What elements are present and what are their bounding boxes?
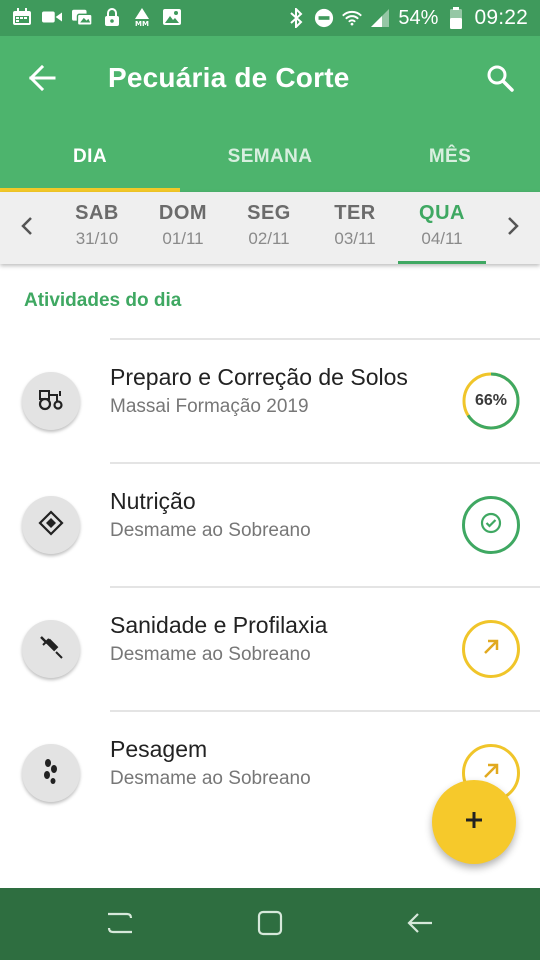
photo-message-icon — [72, 8, 92, 26]
app-bar: Pecuária de Corte DIA SEMANA MÊS — [0, 36, 540, 192]
status-done-badge — [462, 496, 520, 554]
search-button[interactable] — [480, 60, 520, 100]
back-button[interactable] — [22, 60, 62, 100]
tab-dia-label: DIA — [73, 146, 107, 167]
day-dom[interactable]: DOM 01/11 — [139, 192, 227, 264]
day-name: DOM — [158, 202, 208, 224]
day-date: 03/11 — [334, 229, 376, 248]
activity-icon — [22, 496, 80, 554]
day-seg[interactable]: SEG 02/11 — [225, 192, 313, 264]
status-bar: MM 54% 09:22 — [0, 0, 540, 36]
chevron-right-icon — [506, 216, 520, 241]
day-name: SEG — [247, 202, 291, 224]
clock: 09:22 — [474, 6, 528, 29]
tab-mes-label: MÊS — [428, 146, 472, 167]
activity-title: Nutrição — [110, 488, 196, 514]
back-nav-button[interactable] — [400, 908, 440, 942]
activity-row-preparo[interactable]: Preparo e Correção de Solos Massai Forma… — [0, 340, 540, 464]
page-title: Pecuária de Corte — [108, 62, 350, 93]
syringe-icon — [37, 633, 65, 666]
activity-subtitle: Desmame ao Sobreano — [110, 520, 311, 541]
wifi-icon — [342, 9, 363, 27]
footprints-icon — [40, 757, 62, 790]
system-nav-bar — [0, 888, 540, 960]
activity-row-nutricao[interactable]: Nutrição Desmame ao Sobreano — [0, 464, 540, 588]
day-date: 02/11 — [248, 229, 290, 248]
tractor-icon — [37, 387, 65, 416]
do-not-disturb-icon — [314, 8, 334, 28]
day-ter[interactable]: TER 03/11 — [311, 192, 399, 264]
activity-row-sanidade[interactable]: Sanidade e Profilaxia Desmame ao Sobrean… — [0, 588, 540, 712]
period-tabs: DIA SEMANA MÊS — [0, 132, 540, 192]
day-name: SAB — [75, 202, 119, 224]
day-sab[interactable]: SAB 31/10 — [53, 192, 141, 264]
image-icon — [162, 8, 182, 26]
system-status: 54% 09:22 — [286, 6, 528, 30]
activity-icon — [22, 620, 80, 678]
tab-semana-label: SEMANA — [227, 146, 313, 167]
battery-icon — [446, 7, 466, 29]
arrow-up-right-icon — [480, 636, 502, 663]
tab-semana[interactable]: SEMANA — [180, 132, 360, 192]
add-activity-button[interactable] — [432, 780, 516, 864]
progress-ring: 66% — [462, 372, 520, 430]
recent-apps-button[interactable] — [100, 908, 140, 942]
status-pending-badge — [462, 620, 520, 678]
chevron-left-icon — [20, 216, 34, 241]
tab-dia[interactable]: DIA — [0, 132, 180, 192]
progress-percent: 66% — [474, 392, 508, 409]
mm-icon: MM — [132, 8, 152, 26]
arrow-left-icon — [28, 64, 56, 96]
activity-title: Pesagem — [110, 736, 208, 762]
activity-icon — [22, 744, 80, 802]
signal-icon — [370, 9, 390, 27]
recent-apps-icon — [105, 910, 135, 941]
day-selector: SAB 31/10 DOM 01/11 SEG 02/11 TER 03/11 … — [0, 192, 540, 264]
activity-subtitle: Desmame ao Sobreano — [110, 768, 311, 789]
day-date: 01/11 — [162, 229, 204, 248]
search-icon — [486, 64, 514, 97]
selected-day-indicator — [398, 261, 486, 264]
activity-title: Preparo e Correção de Solos — [110, 364, 408, 390]
home-button[interactable] — [250, 908, 290, 942]
day-qua[interactable]: QUA 04/11 — [398, 192, 486, 264]
video-icon — [42, 8, 62, 26]
previous-day-button[interactable] — [14, 214, 40, 242]
day-date: 04/11 — [421, 229, 463, 248]
day-name: QUA — [419, 202, 465, 224]
svg-text:MM: MM — [135, 20, 149, 26]
activity-subtitle: Massai Formação 2019 — [110, 396, 309, 417]
section-title: Atividades do dia — [24, 290, 182, 311]
next-day-button[interactable] — [500, 214, 526, 242]
activity-subtitle: Desmame ao Sobreano — [110, 644, 311, 665]
feed-icon — [38, 509, 64, 541]
battery-percent: 54% — [398, 6, 439, 29]
notification-icons: MM — [12, 8, 182, 26]
check-circle-icon — [479, 511, 503, 540]
back-arrow-icon — [406, 911, 434, 940]
activity-title: Sanidade e Profilaxia — [110, 612, 328, 638]
day-name: TER — [334, 202, 376, 224]
home-icon — [257, 910, 283, 941]
plus-icon — [462, 808, 486, 837]
day-date: 31/10 — [75, 229, 119, 248]
calendar-icon — [12, 8, 32, 26]
tab-mes[interactable]: MÊS — [360, 132, 540, 192]
activity-icon — [22, 372, 80, 430]
lock-icon — [102, 8, 122, 26]
bluetooth-icon — [286, 8, 306, 28]
